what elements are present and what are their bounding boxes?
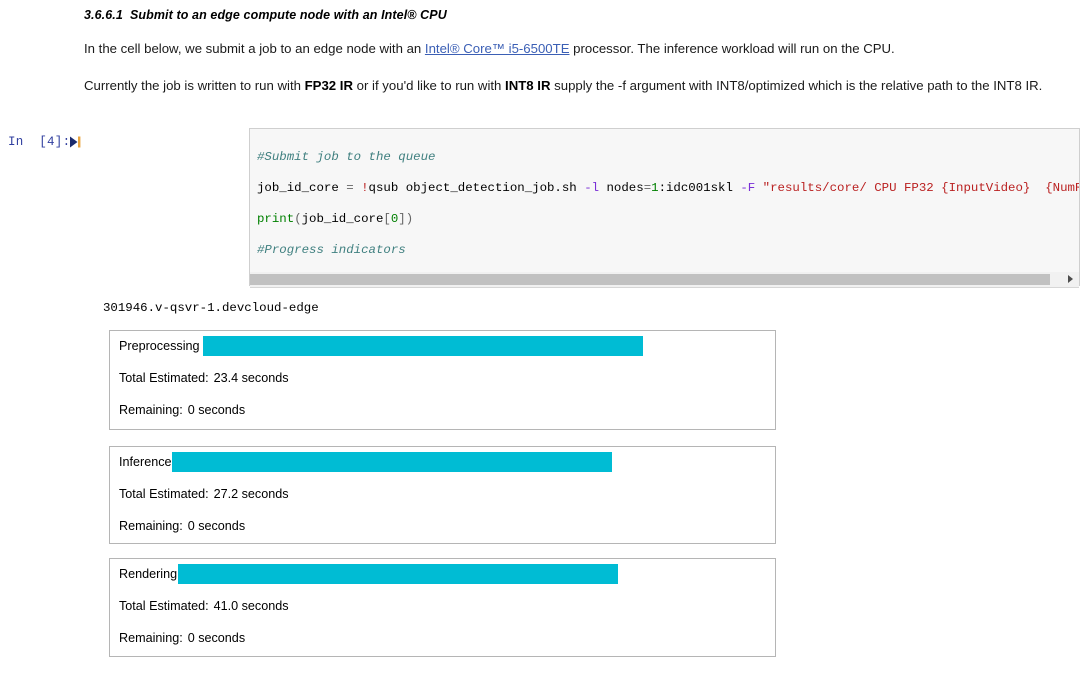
total-estimated-value: 23.4 seconds bbox=[213, 371, 289, 385]
progress-panel-rendering: Rendering Total Estimated: 41.0 seconds R… bbox=[109, 558, 776, 657]
progress-bar-row: Rendering bbox=[110, 559, 775, 589]
progress-bar-row: Preprocessing bbox=[110, 331, 775, 361]
remaining-value: 0 seconds bbox=[187, 403, 246, 417]
total-estimated-row: Total Estimated: 23.4 seconds bbox=[119, 371, 289, 385]
code-cell[interactable]: In [4]: #Submit job to the queue job_id_… bbox=[0, 128, 1080, 288]
progress-bar-fill bbox=[203, 336, 643, 356]
section-number: 3.6.6.1 bbox=[84, 8, 123, 22]
scroll-right-arrow[interactable] bbox=[1068, 275, 1073, 283]
remaining-label: Remaining: bbox=[119, 403, 183, 417]
run-cell-icon[interactable] bbox=[68, 135, 82, 149]
code-horizontal-scrollbar[interactable] bbox=[250, 272, 1079, 288]
paragraph-intro: In the cell below, we submit a job to an… bbox=[84, 40, 1050, 58]
progress-panel-preprocessing: Preprocessing Total Estimated: 23.4 secon… bbox=[109, 330, 776, 430]
precision-text-a: Currently the job is written to run with bbox=[84, 78, 305, 93]
progress-label: Preprocessing bbox=[119, 339, 200, 353]
total-estimated-value: 41.0 seconds bbox=[213, 599, 289, 613]
precision-text-e: supply the -f argument with INT8/optimiz… bbox=[550, 78, 1043, 93]
code-text: #Submit job to the queue job_id_core = !… bbox=[257, 149, 1079, 285]
markdown-prose: 3.6.6.1 Submit to an edge compute node wi… bbox=[84, 0, 1050, 95]
remaining-row: Remaining: 0 seconds bbox=[119, 403, 245, 417]
cell-prompt-label: In [4]: bbox=[8, 135, 71, 149]
scrollbar-thumb[interactable] bbox=[250, 274, 1050, 285]
remaining-value: 0 seconds bbox=[187, 519, 246, 533]
page-title: 3.6.6.1 Submit to an edge compute node wi… bbox=[84, 8, 1050, 22]
progress-bar-track bbox=[172, 452, 612, 472]
total-estimated-value: 27.2 seconds bbox=[213, 487, 289, 501]
paragraph-precision: Currently the job is written to run with… bbox=[84, 77, 1050, 95]
progress-panel-inference: Inference Total Estimated: 27.2 seconds R… bbox=[109, 446, 776, 544]
int8-ir-label: INT8 IR bbox=[505, 78, 551, 93]
remaining-label: Remaining: bbox=[119, 631, 183, 645]
total-estimated-label: Total Estimated: bbox=[119, 599, 209, 613]
progress-bar-fill bbox=[172, 452, 612, 472]
remaining-label: Remaining: bbox=[119, 519, 183, 533]
total-estimated-label: Total Estimated: bbox=[119, 487, 209, 501]
paragraph-intro-before: In the cell below, we submit a job to an… bbox=[84, 41, 425, 56]
progress-label: Rendering bbox=[119, 567, 178, 581]
intel-cpu-link[interactable]: Intel® Core™ i5-6500TE bbox=[425, 41, 570, 56]
progress-bar-track bbox=[203, 336, 643, 356]
progress-bar-track bbox=[178, 564, 618, 584]
remaining-row: Remaining: 0 seconds bbox=[119, 631, 245, 645]
progress-label: Inference bbox=[119, 455, 172, 469]
total-estimated-label: Total Estimated: bbox=[119, 371, 209, 385]
stdout-job-id: 301946.v-qsvr-1.devcloud-edge bbox=[103, 301, 319, 315]
paragraph-intro-after: processor. The inference workload will r… bbox=[569, 41, 895, 56]
section-title-text: Submit to an edge compute node with an I… bbox=[129, 8, 447, 22]
fp32-ir-label: FP32 IR bbox=[304, 78, 353, 93]
remaining-row: Remaining: 0 seconds bbox=[119, 519, 245, 533]
precision-text-c: or if you'd like to run with bbox=[353, 78, 506, 93]
total-estimated-row: Total Estimated: 41.0 seconds bbox=[119, 599, 289, 613]
code-editor[interactable]: #Submit job to the queue job_id_core = !… bbox=[249, 128, 1080, 286]
remaining-value: 0 seconds bbox=[187, 631, 246, 645]
progress-bar-fill bbox=[178, 564, 618, 584]
total-estimated-row: Total Estimated: 27.2 seconds bbox=[119, 487, 289, 501]
progress-bar-row: Inference bbox=[110, 447, 775, 477]
